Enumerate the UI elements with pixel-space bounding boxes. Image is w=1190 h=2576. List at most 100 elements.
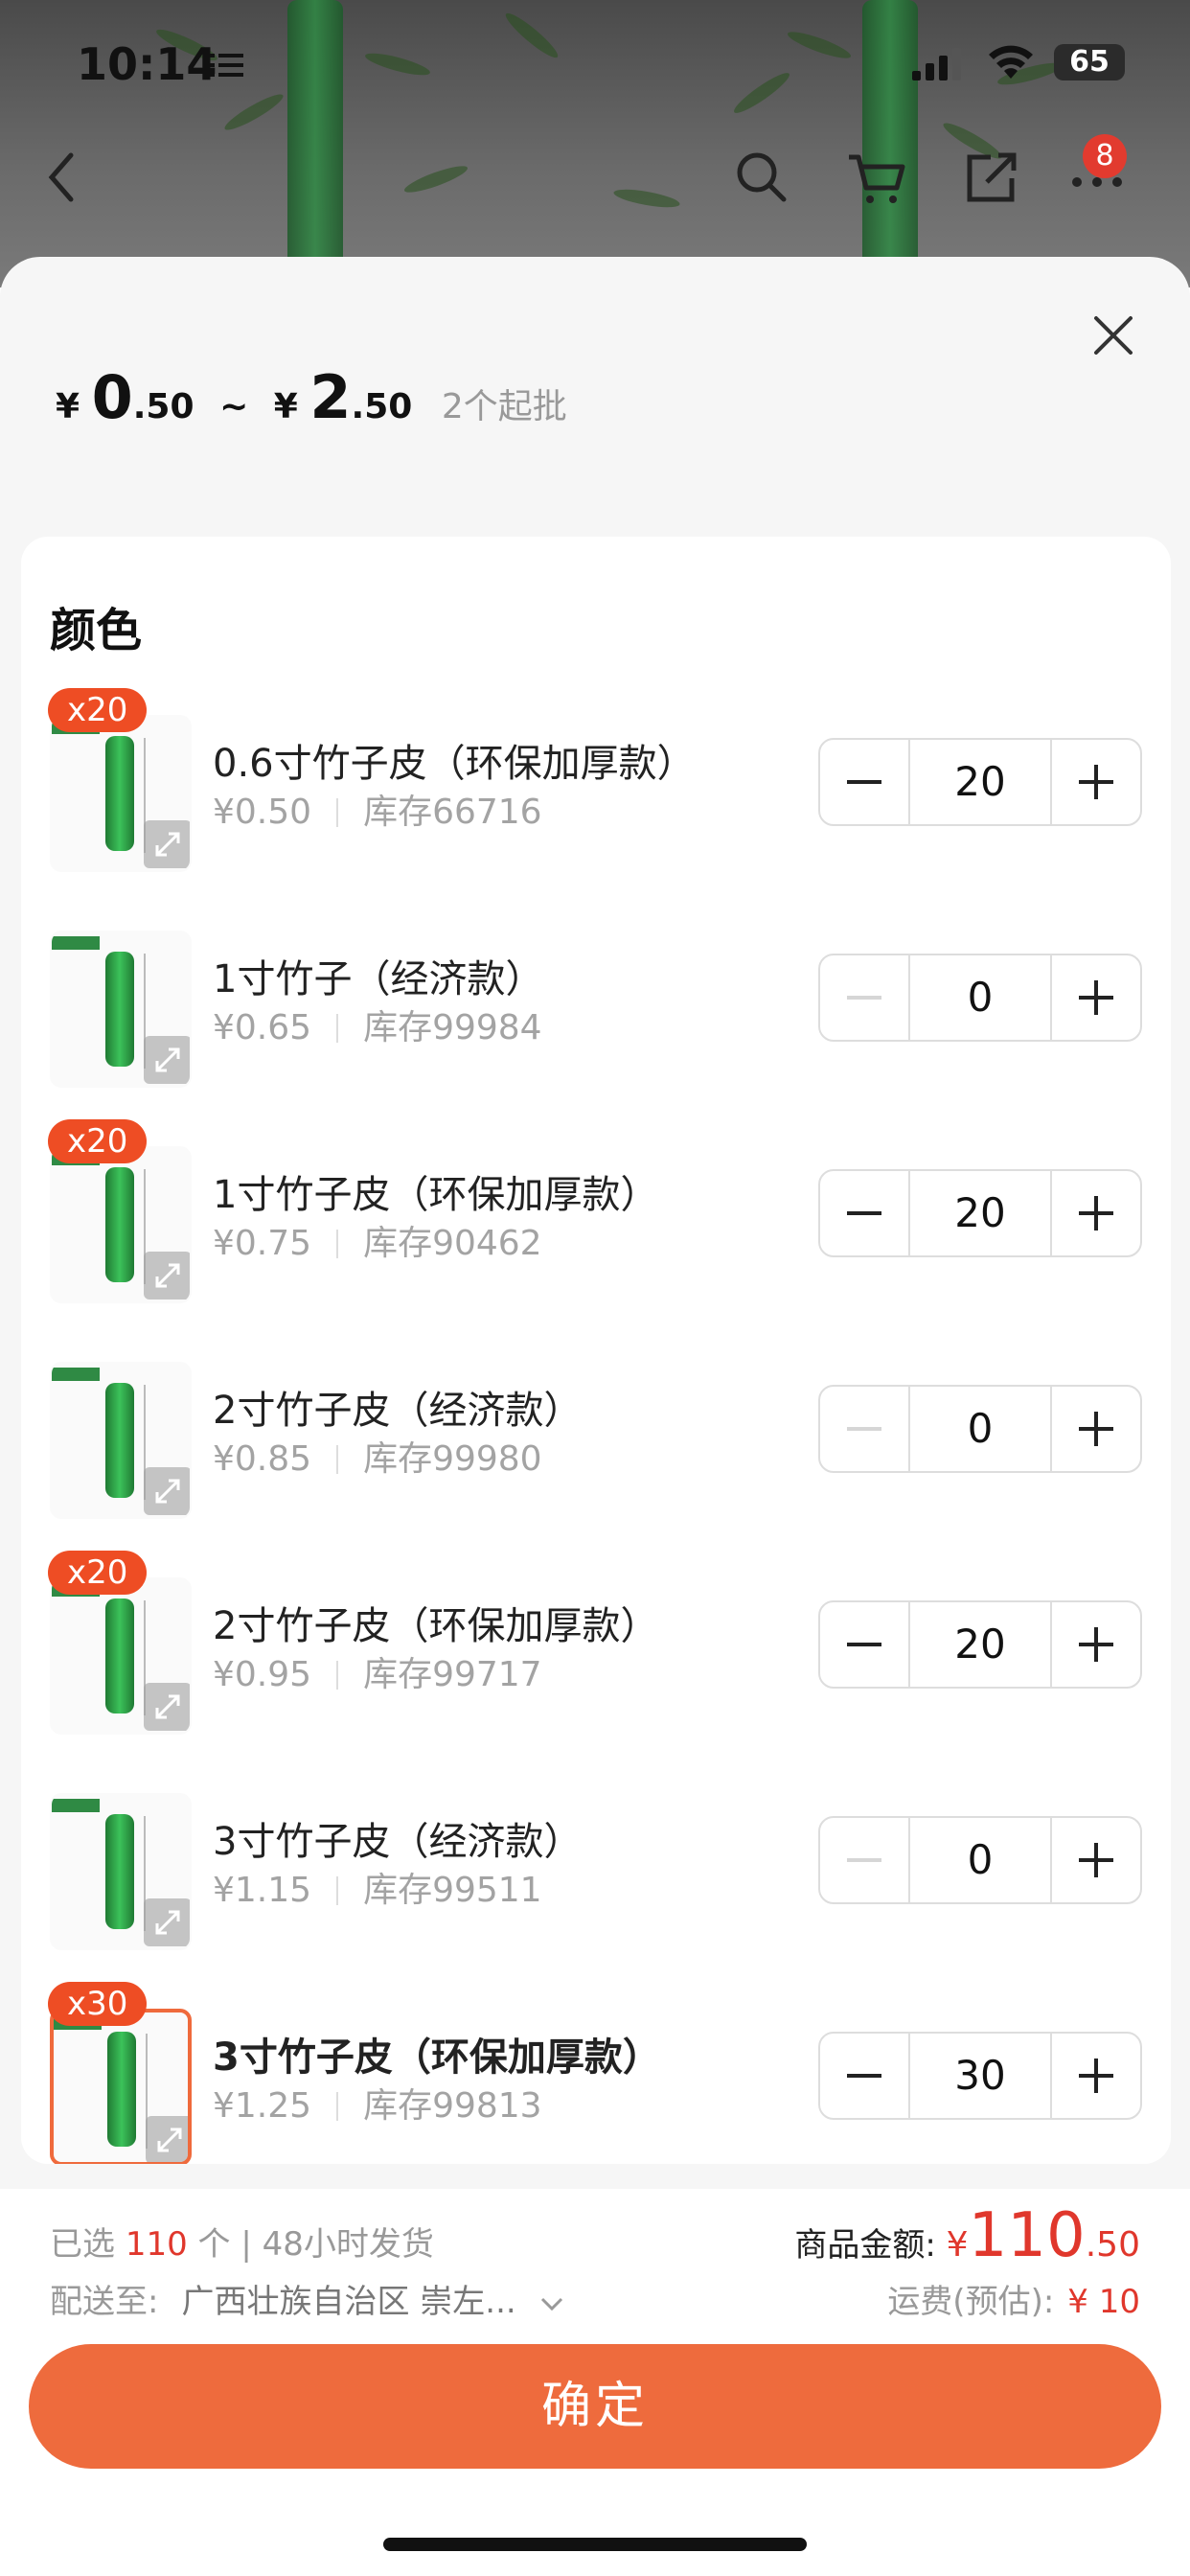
quantity-stepper: 0 <box>818 954 1142 1042</box>
variant-row: x20 0.6寸竹子皮（环保加厚款） ¥0.50 库存66716 20 <box>21 688 1171 880</box>
increment-button[interactable] <box>1052 1171 1140 1255</box>
product-amount: 商品金额: ¥110.50 <box>794 2200 1140 2271</box>
variant-thumbnail[interactable] <box>50 1362 192 1519</box>
variant-thumbnail[interactable] <box>50 2009 192 2164</box>
bamboo-tube-image <box>105 1598 134 1714</box>
variant-stock: 库存99984 <box>363 1008 542 1047</box>
quantity-input[interactable]: 20 <box>908 740 1052 824</box>
variant-meta: ¥0.50 库存66716 <box>213 784 542 834</box>
expand-icon[interactable] <box>144 1683 190 1731</box>
plus-icon <box>1079 765 1113 799</box>
selected-summary: 已选 110 个 | 48小时发货 <box>50 2225 434 2264</box>
quantity-input[interactable]: 0 <box>908 1387 1052 1471</box>
quantity-stepper: 0 <box>818 1816 1142 1904</box>
quantity-badge: x20 <box>48 688 148 732</box>
shipping-destination[interactable]: 配送至: 广西壮族自治区 崇左... <box>50 2275 565 2322</box>
variant-thumbnail[interactable] <box>50 715 192 872</box>
variant-stock: 库存99511 <box>363 1871 542 1910</box>
increment-button[interactable] <box>1052 1818 1140 1902</box>
minus-icon <box>847 1858 881 1862</box>
variant-meta: ¥0.85 库存99980 <box>213 1431 542 1481</box>
increment-button[interactable] <box>1052 1602 1140 1687</box>
decrement-button[interactable] <box>820 955 908 1040</box>
divider <box>336 1661 339 1690</box>
decrement-button[interactable] <box>820 1171 908 1255</box>
thumbnail-label-tag <box>52 936 100 950</box>
variant-row: 3寸竹子皮（经济款） ¥1.15 库存99511 0 <box>21 1766 1171 1958</box>
decrement-button[interactable] <box>820 1387 908 1471</box>
divider <box>336 1445 339 1474</box>
cart-count-badge: 8 <box>1083 134 1127 178</box>
shipping-fee: 运费(预估): ¥ 10 <box>887 2283 1140 2321</box>
quantity-input[interactable]: 0 <box>908 955 1052 1040</box>
bamboo-tube-image <box>105 1814 134 1929</box>
increment-button[interactable] <box>1052 740 1140 824</box>
plus-icon <box>1079 1196 1113 1230</box>
bamboo-tube-image <box>107 2032 136 2147</box>
variant-price: ¥1.15 <box>213 1871 312 1910</box>
quantity-input[interactable]: 20 <box>908 1171 1052 1255</box>
quantity-input[interactable]: 30 <box>908 2034 1052 2118</box>
variant-price: ¥0.65 <box>213 1008 312 1047</box>
quantity-input[interactable]: 0 <box>908 1818 1052 1902</box>
plus-icon <box>1079 1412 1113 1446</box>
plus-icon <box>1079 2058 1113 2093</box>
quantity-badge: x20 <box>48 1119 148 1163</box>
confirm-button[interactable]: 确定 <box>29 2344 1161 2469</box>
status-bar: 10:14 65 <box>0 0 1190 125</box>
expand-icon[interactable] <box>144 1898 190 1946</box>
decrement-button[interactable] <box>820 2034 908 2118</box>
increment-button[interactable] <box>1052 2034 1140 2118</box>
minimum-order-label: 2个起批 <box>441 387 567 426</box>
variant-name: 2寸竹子皮（环保加厚款） <box>213 1604 659 1648</box>
variant-stock: 库存99717 <box>363 1655 542 1694</box>
expand-icon[interactable] <box>144 820 190 868</box>
variant-name: 1寸竹子（经济款） <box>213 957 544 1001</box>
variant-price: ¥0.95 <box>213 1655 312 1694</box>
section-title: 颜色 <box>50 604 143 657</box>
variant-thumbnail[interactable] <box>50 931 192 1088</box>
variant-price: ¥0.75 <box>213 1224 312 1263</box>
chevron-down-icon <box>540 2297 562 2311</box>
expand-icon[interactable] <box>144 1252 190 1300</box>
minus-icon <box>847 1211 881 1215</box>
variant-stock: 库存99980 <box>363 1439 542 1479</box>
divider <box>336 798 339 827</box>
divider <box>336 1230 339 1258</box>
shipping-address: 广西壮族自治区 崇左... <box>181 2283 516 2321</box>
share-icon[interactable] <box>958 144 1025 211</box>
bamboo-tube-image <box>105 1167 134 1282</box>
decrement-button[interactable] <box>820 1818 908 1902</box>
variant-price: ¥1.25 <box>213 2086 312 2126</box>
variant-thumbnail[interactable] <box>50 1146 192 1303</box>
quantity-stepper: 20 <box>818 1169 1142 1257</box>
variant-thumbnail[interactable] <box>50 1577 192 1735</box>
decrement-button[interactable] <box>820 1602 908 1687</box>
close-icon[interactable] <box>1083 305 1144 366</box>
variant-name: 0.6寸竹子皮（环保加厚款） <box>213 742 696 786</box>
home-indicator <box>383 2538 807 2551</box>
decrement-button[interactable] <box>820 740 908 824</box>
variant-row: x20 1寸竹子皮（环保加厚款） ¥0.75 库存90462 20 <box>21 1119 1171 1311</box>
quantity-input[interactable]: 20 <box>908 1602 1052 1687</box>
expand-icon[interactable] <box>144 1036 190 1084</box>
variant-thumbnail[interactable] <box>50 1793 192 1950</box>
plus-icon <box>1079 1627 1113 1662</box>
variant-name: 3寸竹子皮（经济款） <box>213 1820 583 1864</box>
bamboo-tube-image <box>105 736 134 851</box>
expand-icon[interactable] <box>144 1467 190 1515</box>
cart-icon[interactable] <box>843 144 910 211</box>
variant-meta: ¥0.95 库存99717 <box>213 1646 542 1696</box>
expand-icon[interactable] <box>146 2116 188 2162</box>
plus-icon <box>1079 1843 1113 1877</box>
back-icon[interactable] <box>29 144 96 211</box>
thumbnail-label-tag <box>52 1799 100 1812</box>
search-icon[interactable] <box>728 144 795 211</box>
wifi-icon <box>989 45 1033 79</box>
variant-stock: 库存90462 <box>363 1224 542 1263</box>
price-range: ¥ 0.50 ~ ¥ 2.50 2个起批 <box>56 362 567 432</box>
increment-button[interactable] <box>1052 955 1140 1040</box>
quantity-badge: x20 <box>48 1551 148 1595</box>
variant-row: x30 3寸竹子皮（环保加厚款） ¥1.25 库存99813 30 <box>21 1982 1171 2164</box>
increment-button[interactable] <box>1052 1387 1140 1471</box>
